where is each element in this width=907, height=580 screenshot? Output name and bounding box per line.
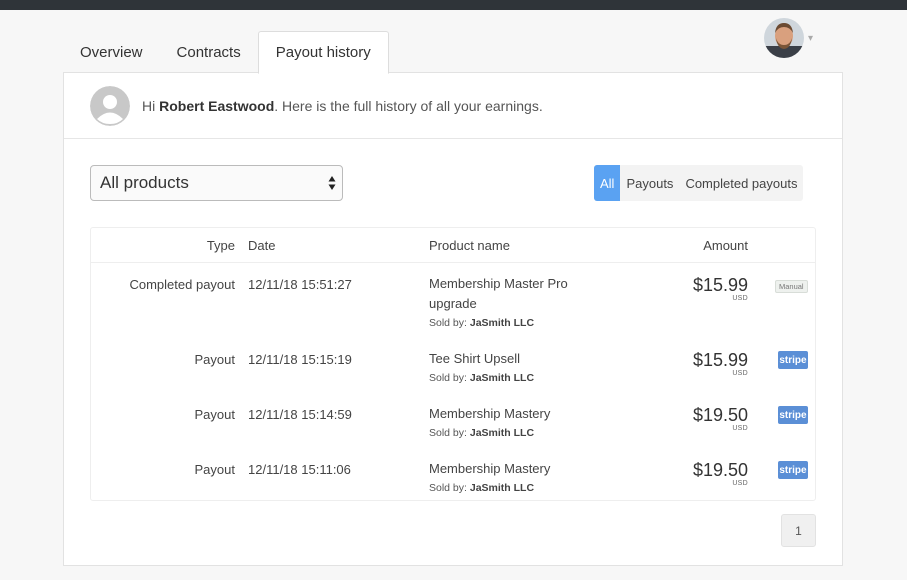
row-product-name: Membership Mastery [429, 406, 551, 421]
row-product-name: Membership Master Pro upgrade [429, 276, 568, 311]
row-type: Payout [194, 352, 235, 367]
top-bar [0, 0, 907, 10]
payout-table: Type Date Product name Amount Completed … [90, 227, 816, 501]
amount-value: $15.99 [692, 350, 748, 370]
seller-name: JaSmith LLC [469, 372, 535, 384]
amount-value: $19.50 [692, 460, 748, 480]
stripe-badge: stripe [778, 351, 808, 369]
row-seller: Sold by: JaSmith LLC [429, 316, 599, 330]
greeting-name: Robert Eastwood [159, 97, 275, 114]
amount-currency: USD [732, 425, 748, 432]
tab-bar: Overview Contracts Payout history [63, 31, 389, 74]
row-seller: Sold by: JaSmith LLC [429, 371, 599, 385]
user-placeholder-icon [90, 85, 130, 126]
payout-panel: Hi Robert Eastwood. Here is the full his… [63, 72, 843, 566]
avatar-icon [764, 18, 804, 58]
row-type: Payout [194, 462, 235, 477]
row-product-name: Membership Mastery [429, 461, 551, 476]
row-type: Completed payout [129, 277, 235, 292]
tab-overview[interactable]: Overview [63, 31, 160, 73]
seller-name: JaSmith LLC [469, 317, 535, 329]
account-menu[interactable]: ▾ [764, 18, 813, 58]
amount-currency: USD [732, 370, 748, 377]
row-amount: $15.99 USD [693, 350, 748, 378]
sold-by-label: Sold by: [429, 427, 467, 439]
row-product-name: Tee Shirt Upsell [429, 351, 521, 366]
header-product: Product name [429, 238, 510, 253]
greeting-suffix: . Here is the full history of all your e… [274, 97, 543, 114]
seller-name: JaSmith LLC [469, 427, 535, 439]
sold-by-label: Sold by: [429, 372, 467, 384]
sold-by-label: Sold by: [429, 482, 467, 494]
row-date: 12/11/18 15:14:59 [248, 407, 352, 422]
stripe-badge: stripe [778, 406, 808, 424]
header-divider [91, 262, 815, 263]
amount-currency: USD [732, 480, 748, 487]
row-product: Membership Mastery Sold by: JaSmith LLC [429, 404, 599, 440]
greeting-prefix: Hi [142, 97, 156, 114]
filter-payouts-button[interactable]: Payouts [620, 165, 679, 201]
stripe-badge: stripe [778, 461, 808, 479]
greeting-text: Hi Robert Eastwood. Here is the full his… [142, 98, 543, 114]
product-select-value: All products [100, 173, 189, 192]
pagination-page-button[interactable]: 1 [781, 514, 816, 547]
row-product: Membership Mastery Sold by: JaSmith LLC [429, 459, 599, 495]
amount-value: $15.99 [692, 275, 748, 295]
type-filter-group: All Payouts Completed payouts [594, 165, 804, 201]
tab-payout-history[interactable]: Payout history [257, 31, 389, 74]
header-date: Date [248, 238, 276, 253]
chevron-down-icon: ▾ [808, 32, 814, 44]
amount-currency: USD [732, 295, 748, 302]
row-seller: Sold by: JaSmith LLC [429, 481, 599, 495]
row-amount: $15.99 USD [693, 275, 748, 303]
row-amount: $19.50 USD [693, 460, 748, 488]
row-date: 12/11/18 15:11:06 [248, 462, 351, 477]
product-select[interactable]: All products [90, 165, 343, 201]
manual-badge: Manual [775, 280, 808, 293]
row-product: Tee Shirt Upsell Sold by: JaSmith LLC [429, 349, 599, 385]
filter-completed-payouts-button[interactable]: Completed payouts [679, 165, 803, 201]
tab-contracts[interactable]: Contracts [160, 31, 258, 73]
greeting-bar: Hi Robert Eastwood. Here is the full his… [64, 73, 842, 139]
amount-value: $19.50 [692, 405, 748, 425]
header-type: Type [206, 238, 235, 253]
sold-by-label: Sold by: [429, 317, 467, 329]
row-seller: Sold by: JaSmith LLC [429, 426, 599, 440]
header-amount: Amount [703, 238, 748, 253]
row-type: Payout [194, 407, 235, 422]
seller-name: JaSmith LLC [469, 482, 535, 494]
row-amount: $19.50 USD [693, 405, 748, 433]
row-date: 12/11/18 15:15:19 [248, 352, 352, 367]
row-date: 12/11/18 15:51:27 [248, 277, 352, 292]
row-product: Membership Master Pro upgrade Sold by: J… [429, 274, 599, 330]
filter-all-button[interactable]: All [594, 165, 621, 201]
updown-arrows-icon [328, 176, 336, 190]
